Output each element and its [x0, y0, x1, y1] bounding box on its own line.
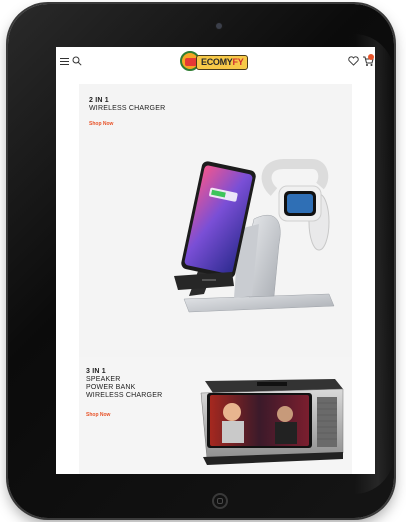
wireless-charger-stand-image: [174, 159, 335, 313]
logo-prefix: ECOMY: [201, 57, 233, 67]
logo-text: ECOMYFY: [196, 55, 249, 70]
speaker-powerbank-image: [200, 379, 344, 465]
shop-now-link[interactable]: Shop Now: [86, 412, 110, 418]
front-camera: [216, 23, 222, 29]
banner-title-line: WIRELESS CHARGER: [89, 105, 166, 112]
home-button[interactable]: [212, 493, 228, 509]
banner-title: 3 IN 1 SPEAKER POWER BANK WIRELESS CHARG…: [86, 368, 162, 400]
tablet-screen: ECOMYFY 2 IN 1 WIRELESS CHARGER Shop Now: [56, 47, 375, 474]
banner-title-strong: 2 IN 1: [89, 97, 109, 104]
promo-banner-3in1[interactable]: 3 IN 1 SPEAKER POWER BANK WIRELESS CHARG…: [79, 357, 352, 474]
site-logo[interactable]: ECOMYFY: [180, 51, 250, 73]
banner-title: 2 IN 1 WIRELESS CHARGER: [89, 97, 165, 113]
banner-title-strong: 3 IN 1: [86, 368, 106, 375]
shop-now-link[interactable]: Shop Now: [89, 121, 113, 127]
search-icon[interactable]: [72, 56, 82, 66]
heart-icon[interactable]: [348, 56, 359, 66]
cart-badge: [368, 54, 374, 60]
banner-title-line: POWER BANK: [86, 384, 136, 391]
banner-title-line: WIRELESS CHARGER: [86, 392, 163, 399]
promo-banner-2in1[interactable]: 2 IN 1 WIRELESS CHARGER Shop Now: [79, 84, 352, 360]
hamburger-menu-icon[interactable]: [60, 58, 69, 65]
logo-suffix: FY: [232, 57, 244, 67]
banner-title-line: SPEAKER: [86, 376, 121, 383]
site-header: ECOMYFY: [56, 47, 375, 77]
